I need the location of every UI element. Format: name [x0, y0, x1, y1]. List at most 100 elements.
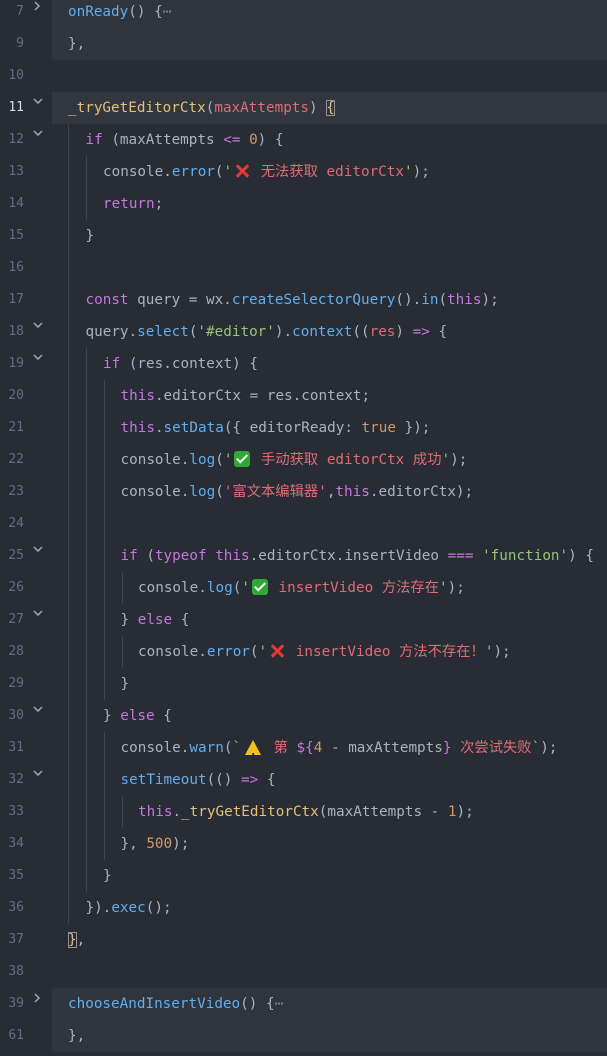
- code-token: .: [172, 804, 182, 820]
- code-token: exec: [111, 900, 146, 916]
- code-token: );: [172, 836, 190, 852]
- code-token: (: [438, 292, 448, 308]
- code-line[interactable]: 11 _tryGetEditorCtx(maxAttempts) {: [8, 92, 607, 124]
- code-line[interactable]: 28 console.error(' insertVideo 方法不存在！');: [0, 636, 607, 668]
- code-line[interactable]: 20 this.editorCtx = res.context;: [0, 380, 607, 412]
- chevron-right-icon[interactable]: [31, 988, 43, 1020]
- code-token: {: [326, 100, 335, 116]
- line-number: 39: [8, 996, 24, 1011]
- code-line[interactable]: 17 const query = wx.createSelectorQuery()…: [0, 284, 607, 316]
- code-line[interactable]: 35}: [0, 860, 607, 892]
- line-number: 25: [8, 548, 24, 563]
- code-token: this: [120, 388, 155, 404]
- code-line[interactable]: 7 onReady() {⋯: [16, 0, 607, 28]
- code-token: createSelectorQuery: [231, 292, 396, 308]
- code-line[interactable]: 33 this._tryGetEditorCtx(maxAttempts - 1)…: [0, 796, 607, 828]
- code-text: onReady() {⋯: [68, 0, 171, 28]
- line-number: 35: [8, 868, 24, 883]
- code-line[interactable]: 39 chooseAndInsertVideo() {⋯: [8, 988, 607, 1020]
- indent-guide: [104, 540, 105, 572]
- code-token: ⋯: [274, 996, 284, 1012]
- code-line[interactable]: 18 query.select('#editor').context((res) …: [0, 316, 607, 348]
- indent-guide: [104, 572, 105, 604]
- indent-guide: [104, 732, 105, 764]
- code-line[interactable]: 19 if (res.context) {: [0, 348, 607, 380]
- code-token: =>: [412, 324, 430, 340]
- code-line[interactable]: 32 setTimeout(() => {: [0, 764, 607, 796]
- line-number: 37: [8, 932, 24, 947]
- indent-guide: [68, 540, 69, 572]
- chevron-down-icon[interactable]: [31, 700, 43, 732]
- code-line[interactable]: 23 console.log('富文本编辑器',this.editorCtx);: [0, 476, 607, 508]
- code-line[interactable]: 25 if (typeof this.editorCtx.insertVideo …: [0, 540, 607, 572]
- check-mark-icon: [234, 451, 251, 467]
- code-token: context: [292, 324, 353, 340]
- code-token: - maxAttempts: [322, 740, 443, 756]
- code-line[interactable]: 14 return;: [0, 188, 607, 220]
- chevron-down-icon[interactable]: [31, 540, 43, 572]
- code-token: .editorCtx);: [369, 484, 474, 500]
- indent-guide: [68, 124, 69, 156]
- code-token: ) {: [257, 132, 284, 148]
- code-text: if (maxAttempts <= 0) {: [86, 124, 284, 156]
- code-text: if (res.context) {: [103, 348, 258, 380]
- code-line[interactable]: 29}: [0, 668, 607, 700]
- chevron-down-icon[interactable]: [31, 604, 43, 636]
- code-token: this: [120, 420, 155, 436]
- code-token: ': [223, 164, 233, 180]
- code-text: _tryGetEditorCtx(maxAttempts) {: [68, 92, 335, 124]
- indent-guide: [86, 476, 87, 508]
- code-line[interactable]: 13 console.error(' 无法获取 editorCtx');: [0, 156, 607, 188]
- code-line[interactable]: 15}: [0, 220, 607, 252]
- line-number: 32: [8, 772, 24, 787]
- code-line[interactable]: 10: [0, 60, 607, 92]
- line-number: 17: [8, 292, 24, 307]
- indent-guide: [86, 156, 87, 188]
- code-line[interactable]: 30} else {: [0, 700, 607, 732]
- code-line[interactable]: 16: [0, 252, 607, 284]
- code-line[interactable]: 24: [0, 508, 607, 540]
- code-editor[interactable]: 7 onReady() {⋯ 9}, 10 11 _tryGetEditorCtx(max…: [0, 0, 607, 1056]
- code-token: <=: [223, 132, 241, 148]
- code-text: this.setData({ editorReady: true });: [121, 412, 431, 444]
- chevron-down-icon[interactable]: [31, 348, 43, 380]
- code-token: ': [441, 452, 451, 468]
- code-line[interactable]: 22 console.log(' 手动获取 editorCtx 成功');: [0, 444, 607, 476]
- code-line[interactable]: 27} else {: [0, 604, 607, 636]
- indent-guide: [104, 476, 105, 508]
- code-line[interactable]: 61},: [8, 1020, 607, 1052]
- code-line[interactable]: 37},: [0, 924, 607, 956]
- code-token: (: [214, 164, 224, 180]
- code-line[interactable]: 34}, 500);: [0, 828, 607, 860]
- chevron-right-icon[interactable]: [31, 0, 43, 28]
- indent-guide: [68, 764, 69, 796]
- code-text: setTimeout(() => {: [121, 764, 276, 796]
- line-number: 11: [8, 100, 24, 115]
- code-token: ({ editorReady:: [223, 420, 362, 436]
- code-line[interactable]: 21 this.setData({ editorReady: true });: [0, 412, 607, 444]
- code-token: 'function': [482, 548, 569, 564]
- code-token: `: [232, 740, 242, 756]
- code-line[interactable]: 9},: [16, 28, 607, 60]
- indent-guide: [68, 636, 69, 668]
- code-token: },: [120, 836, 147, 852]
- code-line[interactable]: 26 console.log(' insertVideo 方法存在');: [0, 572, 607, 604]
- indent-guide: [86, 604, 87, 636]
- code-line[interactable]: 38: [0, 956, 607, 988]
- code-token: ': [223, 452, 233, 468]
- chevron-down-icon[interactable]: [31, 316, 43, 348]
- code-line[interactable]: 36}).exec();: [0, 892, 607, 924]
- code-line[interactable]: 31 console.warn(` 第 ${4 - maxAttempts} 次尝…: [0, 732, 607, 774]
- indent-guide: [68, 828, 69, 860]
- code-token: 手动获取 editorCtx 成功: [252, 452, 442, 468]
- indent-guide: [122, 796, 123, 828]
- chevron-down-icon[interactable]: [31, 764, 43, 796]
- indent-guide: [68, 892, 69, 924]
- code-line[interactable]: 12 if (maxAttempts <= 0) {: [0, 124, 607, 156]
- chevron-down-icon[interactable]: [31, 92, 43, 124]
- code-token: log: [189, 484, 216, 500]
- code-token: .editorCtx.insertVideo: [249, 548, 448, 564]
- chevron-down-icon[interactable]: [31, 124, 43, 156]
- indent-guide: [86, 444, 87, 476]
- code-token: console.: [138, 580, 207, 596]
